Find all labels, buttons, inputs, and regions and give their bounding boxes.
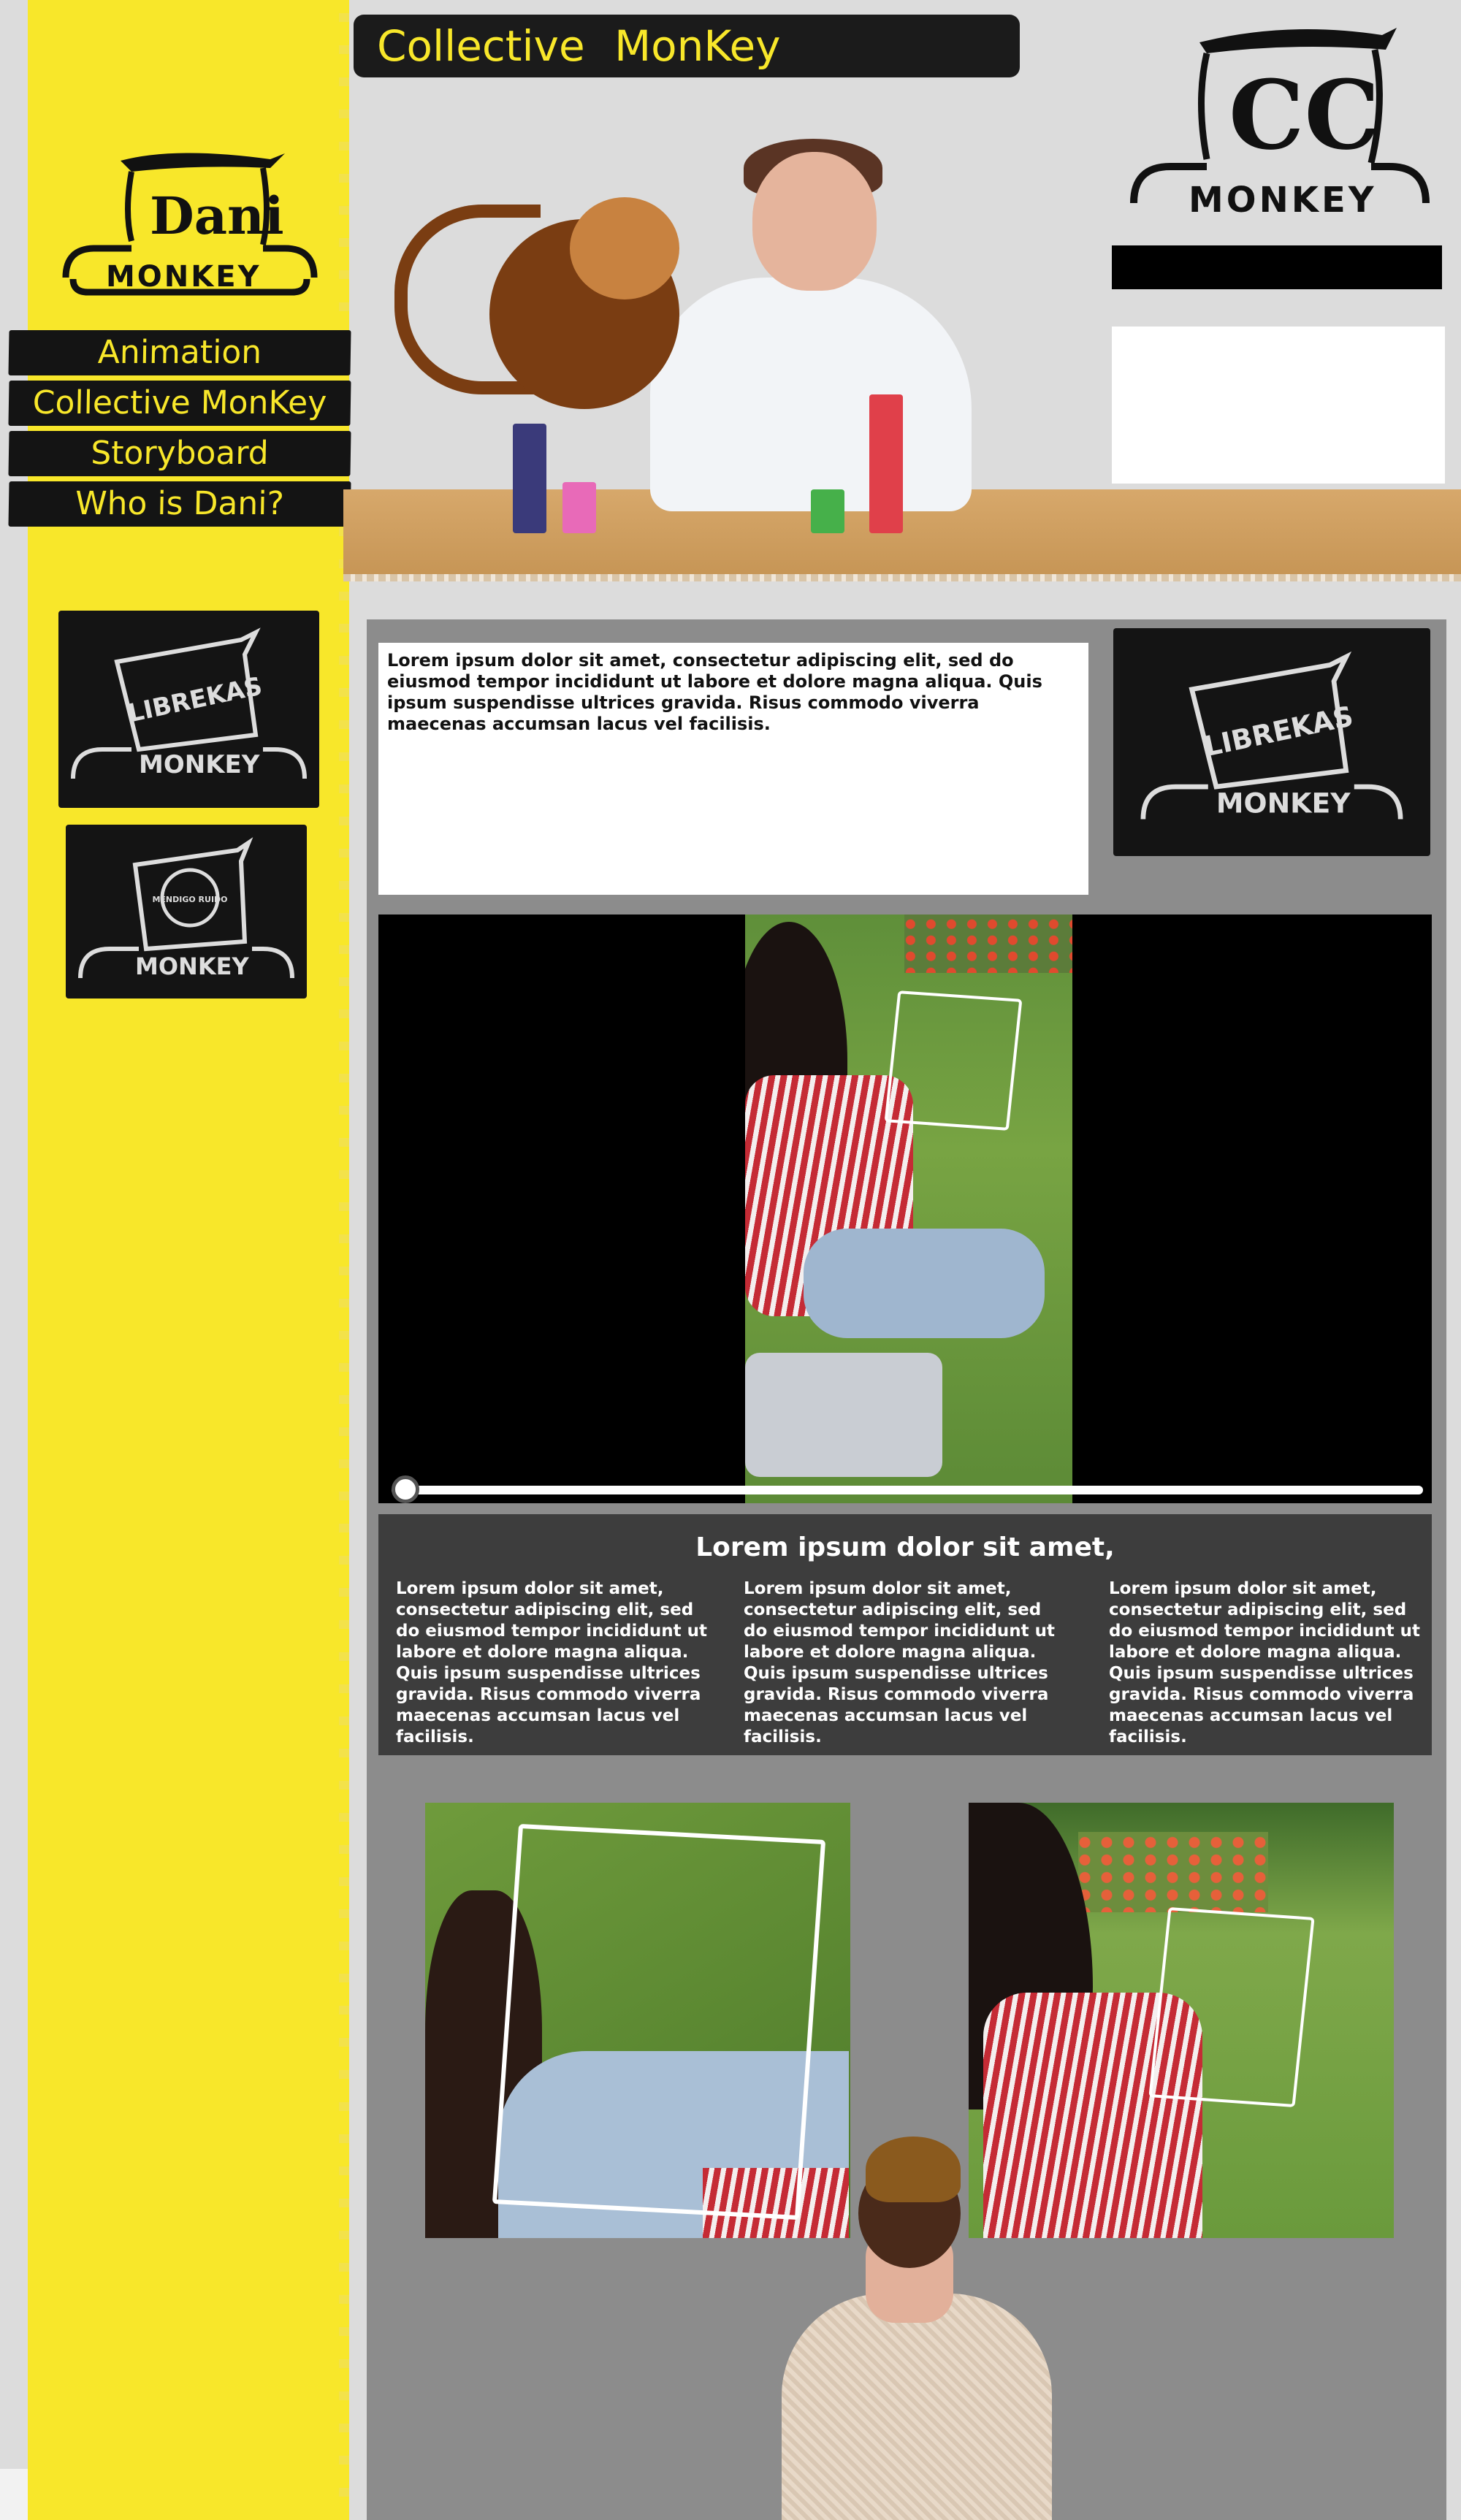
video-frame <box>745 915 1072 1503</box>
hero-monkey-face <box>570 197 679 299</box>
column-text-3: Lorem ipsum dolor sit amet, consectetur … <box>1109 1579 1420 1746</box>
paint-bottle-green <box>811 489 844 533</box>
video-woman-jeans <box>804 1229 1045 1338</box>
librekas-logo-text: LIBREKAS <box>125 671 264 728</box>
footer-monkey-on-head <box>866 2137 961 2202</box>
header-white-box <box>1112 327 1445 484</box>
paint-bottle-pink <box>562 482 596 533</box>
librekas-main-logo-subtext: MONKEY <box>1216 787 1351 820</box>
photo-right-flowers <box>1078 1832 1268 1912</box>
hero-artist-body <box>650 278 972 511</box>
video-seek-bar[interactable] <box>392 1486 1423 1494</box>
dani-monkey-logo-icon: Dani MONKEY <box>62 153 318 296</box>
dani-monkey-logo[interactable]: Dani MONKEY <box>51 146 329 314</box>
site-title-banner: Collective MonKey <box>354 15 1020 77</box>
video-seek-handle[interactable] <box>392 1475 419 1503</box>
librekas-monkey-logo-main[interactable]: LIBREKAS MONKEY <box>1113 628 1430 856</box>
nav-item-animation[interactable]: Animation <box>8 330 351 375</box>
librekas-logo-icon: LIBREKAS MONKEY <box>71 627 307 779</box>
bottom-strip <box>0 2469 28 2520</box>
collective-monkey-cc-logo[interactable]: CC MONKEY <box>1119 20 1441 232</box>
mendigo-logo-subtext: MONKEY <box>135 952 249 980</box>
librekas-main-logo-icon: LIBREKAS MONKEY <box>1140 651 1403 820</box>
cc-logo-letters: CC <box>1229 59 1380 171</box>
mendigo-logo-text: MENDIGO RUIDO <box>152 895 227 904</box>
nav-item-who-is-dani[interactable]: Who is Dani? <box>8 481 351 527</box>
text-columns-section: Lorem ipsum dolor sit amet, Lorem ipsum … <box>378 1514 1432 1755</box>
column-text-2: Lorem ipsum dolor sit amet, consectetur … <box>744 1579 1055 1746</box>
photo-right-book-sketch <box>1148 1907 1315 2107</box>
photo-reading-closeup <box>425 1803 850 2238</box>
logo-text-monkey: MONKEY <box>106 260 262 294</box>
video-flowerbed <box>904 915 1072 973</box>
paint-tube-blue <box>513 424 546 533</box>
librekas-main-logo-text: LIBREKAS <box>1201 700 1356 763</box>
paint-tube-red <box>869 394 903 533</box>
nav-item-collective-monkey[interactable]: Collective MonKey <box>8 381 351 426</box>
video-book-sketch <box>884 990 1023 1131</box>
librekas-monkey-logo-sidebar[interactable]: LIBREKAS MONKEY <box>58 611 319 808</box>
librekas-logo-subtext: MONKEY <box>139 750 260 779</box>
column-text-1: Lorem ipsum dolor sit amet, consectetur … <box>396 1579 707 1746</box>
logo-text-dani: Dani <box>150 186 284 246</box>
photo-left-book-sketch <box>492 1823 826 2221</box>
mendigo-ruido-monkey-logo[interactable]: MENDIGO RUIDO MONKEY <box>66 825 307 999</box>
mendigo-logo-icon: MENDIGO RUIDO MONKEY <box>78 837 294 980</box>
intro-text-card: Lorem ipsum dolor sit amet, consectetur … <box>378 643 1088 895</box>
header-black-bar <box>1112 245 1442 289</box>
main-nav: Animation Collective MonKey Storyboard W… <box>8 330 351 532</box>
hero-artist-head <box>752 152 877 291</box>
video-player[interactable] <box>378 915 1432 1503</box>
cc-logo-text: MONKEY <box>1189 180 1376 221</box>
columns-heading: Lorem ipsum dolor sit amet, <box>695 1532 1115 1562</box>
nav-item-storyboard[interactable]: Storyboard <box>8 431 351 476</box>
video-blanket <box>745 1353 942 1477</box>
photo-reading-wide <box>969 1803 1394 2238</box>
footer-person-jacket <box>782 2294 1052 2520</box>
cc-monkey-logo-icon: CC MONKEY <box>1130 28 1430 221</box>
